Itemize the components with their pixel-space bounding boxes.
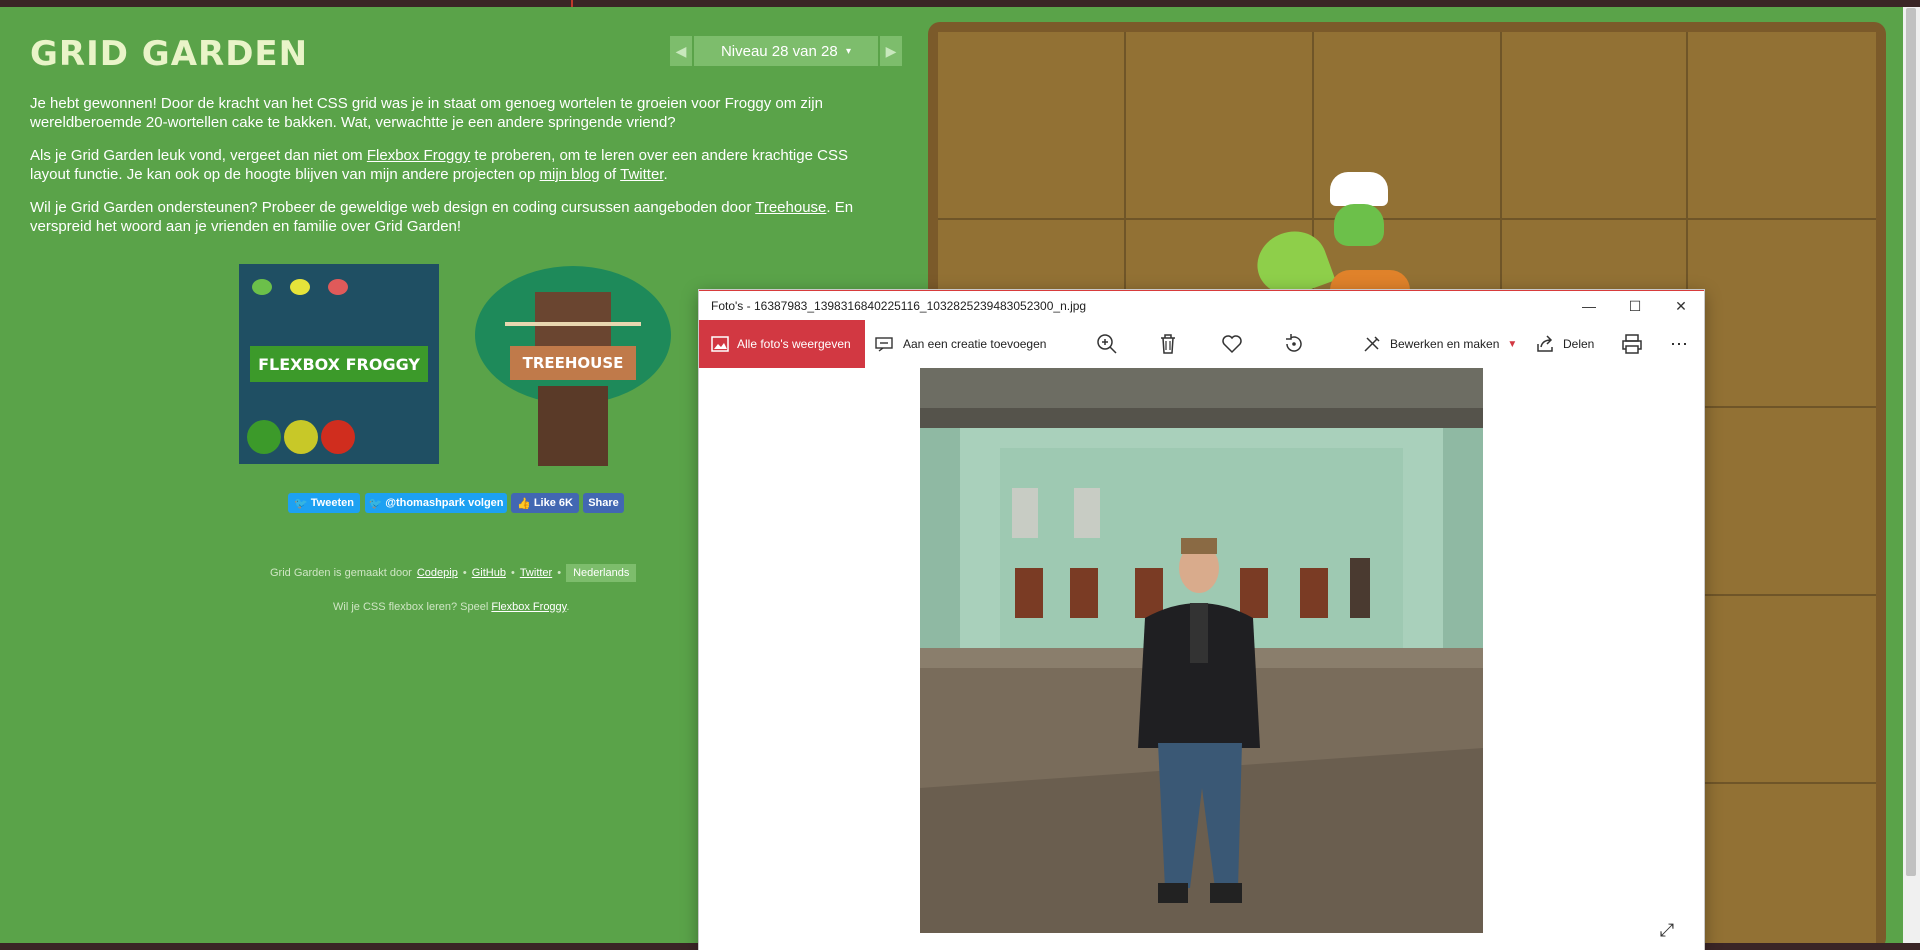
tab-indicator (571, 0, 573, 7)
photo-gallery-icon (711, 336, 729, 352)
print-button[interactable] (1621, 320, 1643, 368)
share-photo-button[interactable]: Delen (1535, 320, 1594, 368)
follow-label: @thomashpark volgen (385, 497, 504, 509)
flexbox-prompt: Wil je CSS flexbox leren? Speel (333, 601, 489, 613)
footer-flexbox: Wil je CSS flexbox leren? Speel Flexbox … (333, 601, 569, 613)
follow-button[interactable]: 🐦 @thomashpark volgen (365, 493, 507, 513)
treehouse-card[interactable]: TREEHOUSE (475, 266, 671, 466)
language-select[interactable]: Nederlands (566, 564, 637, 582)
treehouse-link[interactable]: Treehouse (755, 199, 826, 216)
promo-text: . (663, 166, 668, 183)
footer-twitter-link[interactable]: Twitter (520, 567, 552, 579)
footer-froggy-link[interactable]: Flexbox Froggy (491, 601, 566, 613)
flexbox-end: . (566, 601, 570, 613)
minimize-button[interactable]: — (1566, 291, 1612, 321)
share-icon (1537, 335, 1553, 352)
level-navigation: ◀ Niveau 28 van 28 ▾ ▶ (670, 36, 902, 66)
close-button[interactable]: ✕ (1658, 291, 1704, 321)
twitter-bird-icon: 🐦 (368, 497, 386, 510)
zoom-button[interactable] (1096, 320, 1118, 368)
tree-trunk (538, 386, 608, 466)
credits-text: Grid Garden is gemaakt door (270, 567, 412, 579)
chef-hat-icon (1330, 172, 1388, 206)
tree-rail (505, 322, 641, 326)
all-photos-label: Alle foto's weergeven (737, 337, 851, 351)
more-button[interactable]: ⋯ (1670, 320, 1688, 368)
red-frog-icon (328, 279, 348, 295)
warehouse-photo (920, 368, 1483, 933)
share-button[interactable]: Share (583, 493, 624, 513)
rotate-icon (1286, 334, 1302, 352)
add-creation-button[interactable]: Aan een creatie toevoegen (875, 320, 1046, 368)
all-photos-button[interactable]: Alle foto's weergeven (699, 320, 865, 368)
window-title: Foto's - 16387983_1398316840225116_10328… (711, 299, 1087, 313)
thumbs-up-icon: 👍 (517, 497, 534, 510)
separator: • (510, 567, 515, 579)
promo-text: Als je Grid Garden leuk vond, vergeet da… (30, 147, 367, 164)
edit-create-label: Bewerken en maken (1390, 337, 1500, 351)
scrollbar-thumb[interactable] (1906, 8, 1916, 876)
separator: • (557, 567, 562, 579)
frog-body (1334, 204, 1384, 246)
browser-top-bar (0, 0, 1920, 7)
printer-icon (1622, 334, 1642, 354)
chef-frog (1330, 172, 1388, 248)
tweet-button[interactable]: 🐦 Tweeten (288, 493, 360, 513)
expand-icon[interactable]: ⤢ (1657, 920, 1677, 940)
title-bar: Foto's - 16387983_1398316840225116_10328… (699, 290, 1704, 321)
level-dropdown[interactable]: Niveau 28 van 28 ▾ (694, 36, 878, 66)
photos-window: Foto's - 16387983_1398316840225116_10328… (699, 290, 1704, 950)
add-creation-label: Aan een creatie toevoegen (903, 337, 1047, 351)
rotate-button[interactable] (1283, 320, 1305, 368)
tweet-label: Tweeten (310, 497, 354, 509)
photo-image[interactable] (920, 368, 1483, 933)
next-level-button[interactable]: ▶ (880, 36, 902, 66)
heart-icon (1222, 335, 1242, 354)
green-frog-icon (252, 279, 272, 295)
chevron-down-icon: ▼ (1507, 338, 1518, 350)
support-paragraph: Wil je Grid Garden ondersteunen? Probeer… (30, 198, 885, 236)
green-lilypad-icon (247, 420, 281, 454)
flexbox-froggy-card[interactable]: FLEXBOX FROGGY (239, 264, 439, 464)
zoom-in-icon (1097, 334, 1117, 354)
yellow-frog-icon (290, 279, 310, 295)
twitter-bird-icon: 🐦 (294, 497, 311, 510)
grid-line (938, 218, 1876, 220)
caret-down-icon: ▾ (846, 45, 852, 57)
treehouse-label: TREEHOUSE (510, 346, 636, 380)
separator: • (462, 567, 467, 579)
creation-icon (875, 337, 893, 352)
carrot (1330, 270, 1410, 290)
favorite-button[interactable] (1221, 320, 1243, 368)
promo-text: of (599, 166, 621, 183)
edit-icon (1364, 336, 1380, 352)
codepip-link[interactable]: Codepip (417, 567, 458, 579)
blog-link[interactable]: mijn blog (540, 166, 600, 183)
flexbox-froggy-link[interactable]: Flexbox Froggy (367, 147, 470, 164)
promo-paragraph: Als je Grid Garden leuk vond, vergeet da… (30, 146, 885, 184)
twitter-link[interactable]: Twitter (620, 166, 663, 183)
red-lilypad-icon (321, 420, 355, 454)
tree-hut (535, 292, 611, 350)
github-link[interactable]: GitHub (472, 567, 506, 579)
edit-create-button[interactable]: Bewerken en maken ▼ (1362, 320, 1517, 368)
level-label: Niveau 28 van 28 (720, 42, 838, 60)
maximize-button[interactable]: ☐ (1612, 291, 1658, 321)
prev-level-button[interactable]: ◀ (670, 36, 692, 66)
share-label: Delen (1563, 337, 1595, 351)
like-button[interactable]: 👍 Like 6K (511, 493, 579, 513)
photos-toolbar: Alle foto's weergeven Aan een creatie to… (699, 320, 1704, 368)
delete-button[interactable] (1158, 320, 1178, 368)
trash-icon (1161, 334, 1175, 354)
support-text: Wil je Grid Garden ondersteunen? Probeer… (30, 199, 756, 216)
yellow-lilypad-icon (284, 420, 318, 454)
win-message: Je hebt gewonnen! Door de kracht van het… (30, 95, 823, 131)
footer-credits: Grid Garden is gemaakt door Codepip • Gi… (270, 564, 637, 582)
flexbox-froggy-label: FLEXBOX FROGGY (250, 346, 428, 382)
like-label: Like 6K (533, 497, 573, 509)
